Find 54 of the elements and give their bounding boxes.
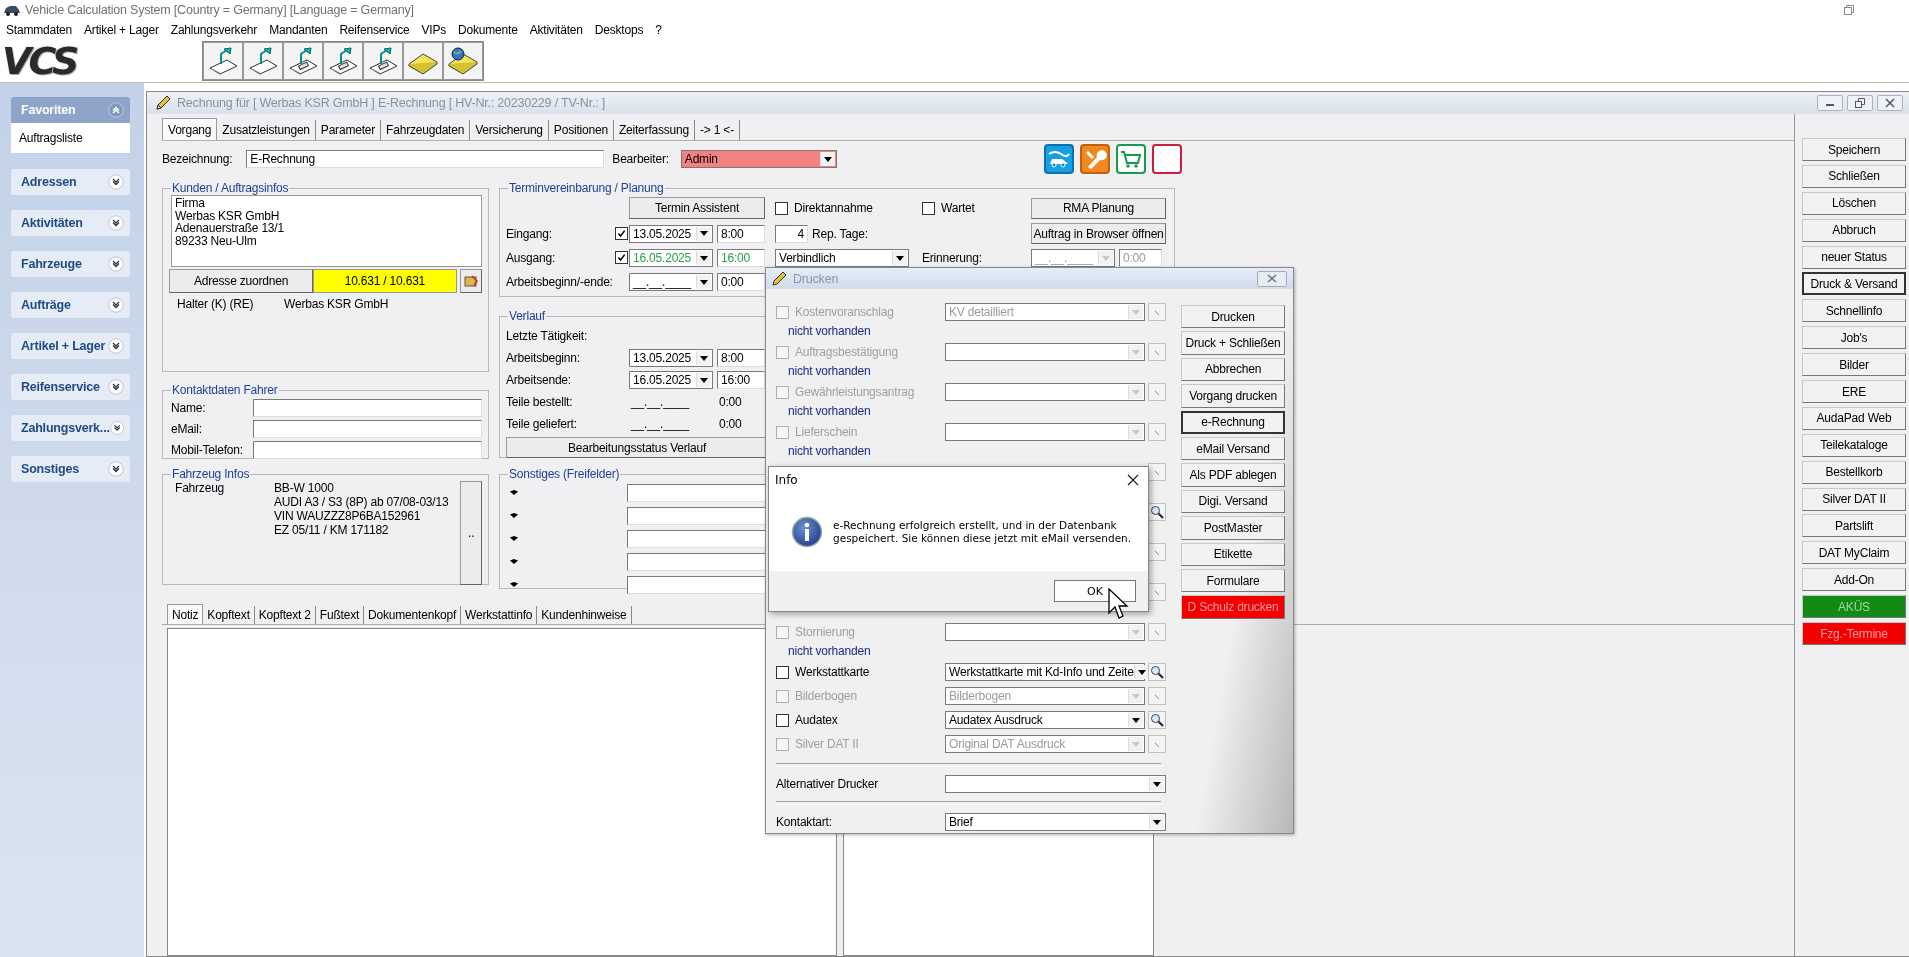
balance-field: 10.631 / 10.631 [313,269,457,293]
field-label: Erinnerung: [922,251,983,265]
holder-label: Halter (K) (RE) [177,297,255,311]
checkbox-label: Gewährleistungsantrag [795,385,915,399]
field-label: Mobil-Telefon: [171,442,244,457]
checkbox-label: Werkstattkarte [795,665,870,679]
field-label: Rep. Tage: [812,226,868,241]
checkbox-label: Bilderbogen [795,689,857,703]
checkbox-label: Audatex [795,713,838,727]
group-title: Kontaktdaten Fahrer [171,383,279,397]
field-label: Teile bestellt: [506,395,574,409]
field-label: Eingang: [506,226,553,241]
field-label: Alternativer Drucker [776,777,880,791]
message-text: e-Rechnung erfolgreich erstellt, und in der Datenbank gespeichert. Sie können diese jetzt mit eMail versenden. [833,519,1132,545]
status-text: nicht vorhanden [787,643,872,659]
field-label: eMail: [171,421,203,436]
checkbox-label: Kostenvoranschlag [795,305,894,319]
document-title: Rechnung für [ Werbas KSR GmbH ] E-Rechnung [ HV-Nr.: 20230229 / TV-Nr.: ] [177,96,605,110]
field-label: Arbeitsende: [506,373,572,387]
field-label: Letzte Tätigkeit: [506,329,589,343]
vehicle-details: BB-W 1000 AUDI A3 / S3 (8P) ab 07/08-03/13 VIN WAUZZZ8P6BA152961 EZ 05/11 / KM 171182 [274,481,450,539]
checkbox-label: Lieferschein [795,425,858,439]
field-label: Name: [171,400,207,415]
field-label: Teile geliefert: [506,417,578,431]
time-text: 0:00 [718,395,743,409]
checkbox-label: Auftragsbestätigung [795,345,898,359]
checkbox-label: Wartet [941,201,975,215]
status-text: nicht vorhanden [787,443,872,459]
group-title: Fahrzeug Infos [171,467,251,481]
group-title: Verlauf [508,309,546,323]
checkbox-label: Stornierung [795,625,855,639]
time-text: 0:00 [718,417,743,431]
checkbox-label: Silver DAT II [795,737,859,751]
field-label: Bearbeiter: [612,152,669,166]
field-label: Kontaktart: [776,815,833,829]
group-title: Sonstiges (Freifelder) [508,467,621,481]
checkbox-label: Direktannahme [794,201,873,215]
group-title: Terminvereinbarung / Planung [508,181,665,195]
date-text: __.__.____ [630,395,691,409]
date-text: __.__.____ [630,417,691,431]
field-label: Arbeitsbeginn: [506,351,581,365]
field-label: Bezeichnung: [162,152,233,166]
field-label: Arbeitsbeginn/-ende: [506,275,614,289]
status-text: nicht vorhanden [787,323,872,339]
logo: VCS [1,41,78,81]
dialog-title: Info [775,473,798,487]
field-label: Fahrzeug [175,481,226,497]
holder-name: Werbas KSR GmbH [284,297,389,311]
group-title: Kunden / Auftragsinfos [171,181,290,195]
status-text: nicht vorhanden [787,363,872,379]
window-title: Vehicle Calculation System [Country = Germany] [Language = Germany] [25,3,414,17]
field-label: Ausgang: [506,251,557,265]
dialog-title: Drucken [793,271,839,286]
status-text: nicht vorhanden [787,403,872,419]
